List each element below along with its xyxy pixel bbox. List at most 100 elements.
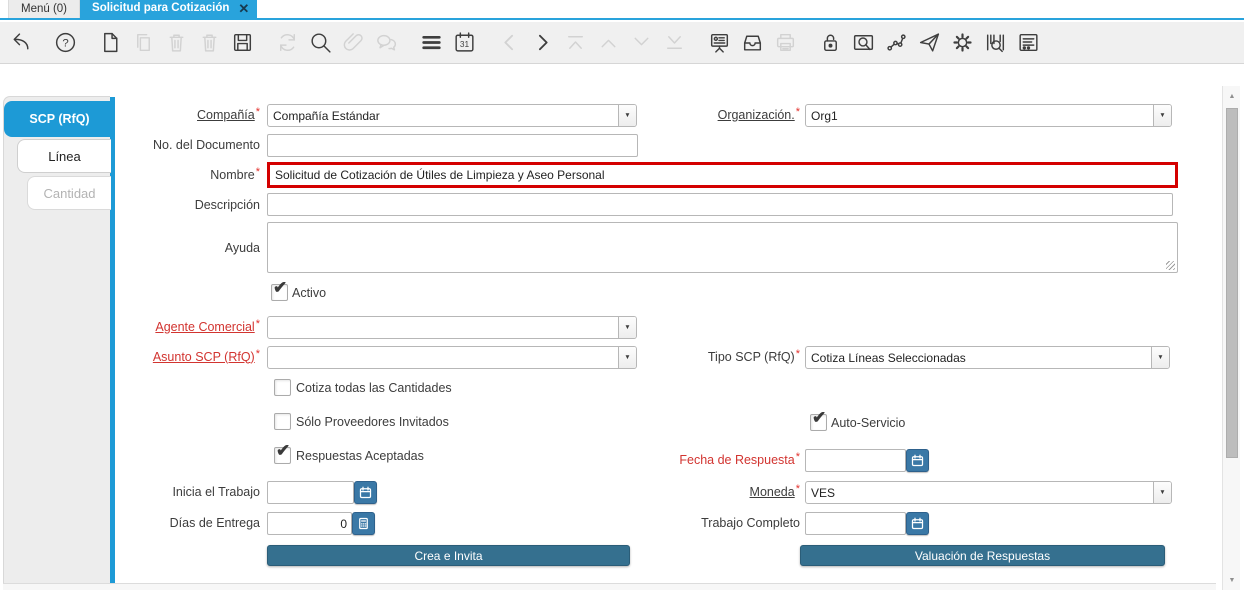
respuestas-aceptadas-checkbox[interactable]: ✔ (274, 441, 291, 464)
cotiza-todas-checkbox[interactable] (274, 379, 291, 396)
tab-solicitud-para-cotizacion[interactable]: Solicitud para Cotización ✕ (80, 0, 258, 18)
previous-record-icon (496, 30, 522, 56)
parent-record-icon (595, 30, 621, 56)
auto-servicio-checkbox[interactable]: ✔ (810, 408, 827, 431)
valuacion-respuestas-button[interactable]: Valuación de Respuestas (800, 545, 1165, 566)
grid-toggle-icon[interactable] (418, 30, 444, 56)
label-asunto-scp[interactable]: Asunto SCP (RfQ) * (115, 346, 260, 368)
dias-entrega-calculator-button[interactable] (352, 512, 375, 535)
tab-menu[interactable]: Menú (0) (8, 0, 81, 18)
fecha-respuesta-calendar-button[interactable] (906, 449, 929, 472)
sidebar-tab-label: Línea (48, 148, 81, 164)
preferences-gear-icon[interactable] (949, 30, 975, 56)
detail-record-icon (628, 30, 654, 56)
ayuda-textarea[interactable] (267, 222, 1178, 273)
moneda-dropdown[interactable]: VES ▼ (805, 481, 1172, 504)
chevron-down-icon[interactable]: ▼ (1153, 105, 1171, 126)
label-no-documento: No. del Documento (152, 137, 260, 152)
organizacion-dropdown[interactable]: Org1 ▼ (805, 104, 1172, 127)
sidebar-tab-linea[interactable]: Línea (17, 139, 111, 173)
check-icon: ✔ (273, 278, 288, 297)
help-icon[interactable]: ? (52, 30, 78, 56)
sidebar-tab-cantidad[interactable]: Cantidad (27, 176, 111, 210)
scroll-down-icon[interactable]: ▼ (1223, 572, 1241, 588)
nombre-value: Solicitud de Cotización de Útiles de Lim… (275, 168, 605, 182)
moneda-value: VES (811, 485, 836, 500)
inicia-trabajo-calendar-button[interactable] (354, 481, 377, 504)
workflow-icon[interactable] (883, 30, 909, 56)
tipo-scp-value: Cotiza Líneas Seleccionadas (811, 350, 966, 365)
save-icon[interactable] (229, 30, 255, 56)
new-record-icon[interactable] (97, 30, 123, 56)
scroll-up-icon[interactable]: ▲ (1223, 88, 1241, 104)
print-icon (772, 30, 798, 56)
label-trabajo-completo: Trabajo Completo (701, 515, 800, 530)
chevron-down-icon[interactable]: ▼ (618, 347, 636, 368)
calculator-icon (359, 517, 368, 530)
find-icon[interactable] (307, 30, 333, 56)
trabajo-completo-input[interactable] (805, 512, 906, 535)
next-record-icon[interactable] (529, 30, 555, 56)
private-lock-icon[interactable] (817, 30, 843, 56)
asunto-scp-dropdown[interactable]: ▼ (267, 346, 637, 369)
label-agente-comercial[interactable]: Agente Comercial * (115, 316, 260, 338)
sidebar-tab-label: SCP (RfQ) (29, 112, 90, 126)
activo-checkbox[interactable]: ✔ (271, 278, 288, 301)
compania-value: Compañía Estándar (273, 108, 380, 123)
resize-grip-icon[interactable] (1166, 261, 1175, 270)
copy-record-icon (130, 30, 156, 56)
agente-comercial-dropdown[interactable]: ▼ (267, 316, 637, 339)
trabajo-completo-calendar-button[interactable] (906, 512, 929, 535)
refresh-icon (274, 30, 300, 56)
vertical-scrollbar[interactable]: ▲ ▼ (1222, 86, 1240, 590)
asunto-scp-value (268, 347, 618, 368)
window-tab-bar: Menú (0) Solicitud para Cotización ✕ (0, 0, 1244, 20)
send-request-icon[interactable] (916, 30, 942, 56)
last-record-icon (661, 30, 687, 56)
label-tipo-scp: Tipo SCP (RfQ) * (707, 348, 800, 364)
svg-text:31: 31 (459, 39, 469, 49)
calendar-icon (911, 517, 924, 530)
chat-icon (373, 30, 399, 56)
zoom-across-icon[interactable] (850, 30, 876, 56)
calendar-icon[interactable]: 31 (451, 30, 477, 56)
tab-menu-label: Menú (0) (21, 2, 68, 15)
window-customization-icon[interactable] (1015, 30, 1041, 56)
label-ayuda: Ayuda (224, 240, 260, 255)
fecha-respuesta-input[interactable] (805, 449, 906, 472)
label-fecha-respuesta: Fecha de Respuesta * (679, 451, 800, 467)
undo-icon[interactable] (7, 30, 33, 56)
agente-comercial-value (268, 317, 618, 338)
label-descripcion: Descripción (194, 197, 260, 212)
first-record-icon (562, 30, 588, 56)
sidebar-tab-scp-rfq[interactable]: SCP (RfQ) (4, 101, 115, 137)
descripcion-input[interactable] (267, 193, 1173, 216)
attachment-icon (340, 30, 366, 56)
tipo-scp-dropdown[interactable]: Cotiza Líneas Seleccionadas ▼ (805, 346, 1170, 369)
product-info-icon[interactable] (982, 30, 1008, 56)
dias-entrega-input[interactable] (267, 512, 352, 535)
chevron-down-icon[interactable]: ▼ (618, 105, 636, 126)
crea-e-invita-button[interactable]: Crea e Invita (267, 545, 630, 566)
close-tab-icon[interactable]: ✕ (238, 2, 249, 15)
nombre-input[interactable]: Solicitud de Cotización de Útiles de Lim… (267, 162, 1178, 188)
label-cotiza-todas: Cotiza todas las Cantidades (296, 380, 452, 395)
label-respuestas-aceptadas: Respuestas Aceptadas (296, 448, 424, 463)
no-documento-input[interactable] (267, 134, 638, 157)
chevron-down-icon[interactable]: ▼ (1153, 482, 1171, 503)
solo-proveedores-checkbox[interactable] (274, 413, 291, 430)
report-icon[interactable] (706, 30, 732, 56)
calendar-icon (911, 454, 924, 467)
calendar-icon (359, 486, 372, 499)
organizacion-value: Org1 (811, 108, 838, 123)
compania-dropdown[interactable]: Compañía Estándar ▼ (267, 104, 637, 127)
scrollbar-thumb[interactable] (1226, 108, 1238, 458)
inicia-trabajo-input[interactable] (267, 481, 354, 504)
horizontal-scrollbar[interactable] (3, 583, 1216, 590)
archive-icon[interactable] (739, 30, 765, 56)
delete-record-icon (163, 30, 189, 56)
label-solo-proveedores: Sólo Proveedores Invitados (296, 414, 449, 429)
chevron-down-icon[interactable]: ▼ (618, 317, 636, 338)
label-moneda: Moneda * (749, 483, 800, 499)
chevron-down-icon[interactable]: ▼ (1151, 347, 1169, 368)
